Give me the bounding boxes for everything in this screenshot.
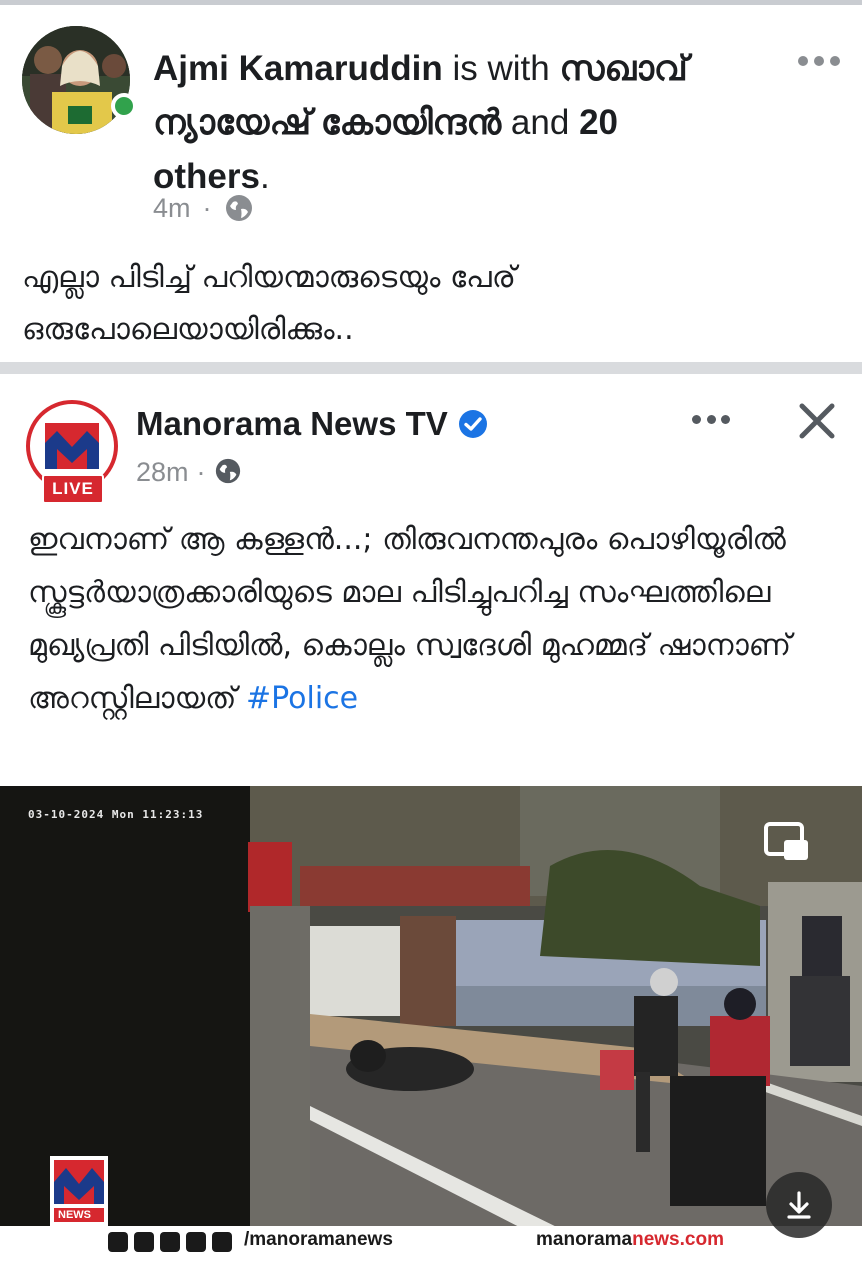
shared-post-meta: 28m ·	[136, 452, 244, 492]
globe-icon	[224, 193, 254, 223]
meta-separator: ·	[202, 192, 212, 223]
social-handle: /manoramanews	[244, 1229, 393, 1250]
author-name[interactable]: Ajmi Kamaruddin	[153, 49, 443, 88]
cctv-scene	[0, 786, 862, 1258]
meta-separator: ·	[196, 456, 206, 487]
shared-post-time[interactable]: 28m	[136, 457, 189, 488]
close-icon[interactable]	[796, 400, 838, 442]
download-icon[interactable]	[766, 1172, 832, 1238]
section-divider	[0, 362, 862, 374]
post-text-line: എല്ലാ പിടിച്ച് പറിയന്മാരുടെയും പേര്	[22, 260, 516, 295]
with-text: is with	[452, 49, 550, 88]
live-badge: LIVE	[42, 474, 104, 504]
video-timestamp: 03-10-2024 Mon 11:23:13	[28, 808, 204, 821]
pip-icon[interactable]	[762, 820, 812, 866]
social-icons	[108, 1232, 232, 1252]
post-more-icon[interactable]	[798, 50, 840, 72]
period: .	[259, 157, 270, 196]
and-text: and	[510, 103, 570, 142]
shared-more-icon[interactable]	[692, 412, 730, 426]
instagram-icon	[134, 1232, 154, 1252]
site-url: manoramanews.com	[536, 1229, 724, 1250]
threads-icon	[212, 1232, 232, 1252]
x-icon	[160, 1232, 180, 1252]
youtube-icon	[186, 1232, 206, 1252]
video-player[interactable]	[0, 786, 862, 1258]
top-divider	[0, 0, 862, 5]
post-meta: 4m ·	[153, 188, 254, 228]
page-name[interactable]: Manorama News TV	[136, 400, 488, 448]
hashtag-link[interactable]: #Police	[246, 681, 358, 716]
verified-icon	[458, 409, 488, 439]
shared-post-text: ഇവനാണ് ആ കള്ളൻ...; തിരുവനന്തപുരം പൊഴിയൂര…	[28, 513, 838, 725]
shared-text-body: ഇവനാണ് ആ കള്ളൻ...; തിരുവനന്തപുരം പൊഴിയൂര…	[28, 522, 792, 716]
facebook-icon	[108, 1232, 128, 1252]
globe-icon	[214, 457, 244, 487]
post-text-line: ഒരുപോലെയായിരിക്കും..	[22, 312, 354, 347]
post-title: Ajmi Kamaruddin is with സഖാവ് ന്യായേഷ് ക…	[153, 42, 773, 204]
bottom-spacer	[0, 1258, 862, 1280]
online-status-indicator	[111, 93, 137, 119]
manorama-news-watermark: NEWS	[50, 1156, 108, 1226]
post-text: എല്ലാ പിടിച്ച് പറിയന്മാരുടെയും പേര് ഒരുപ…	[22, 252, 822, 356]
post-time[interactable]: 4m	[153, 193, 191, 224]
watermark-text: NEWS	[58, 1209, 91, 1221]
author-avatar[interactable]	[22, 26, 130, 134]
